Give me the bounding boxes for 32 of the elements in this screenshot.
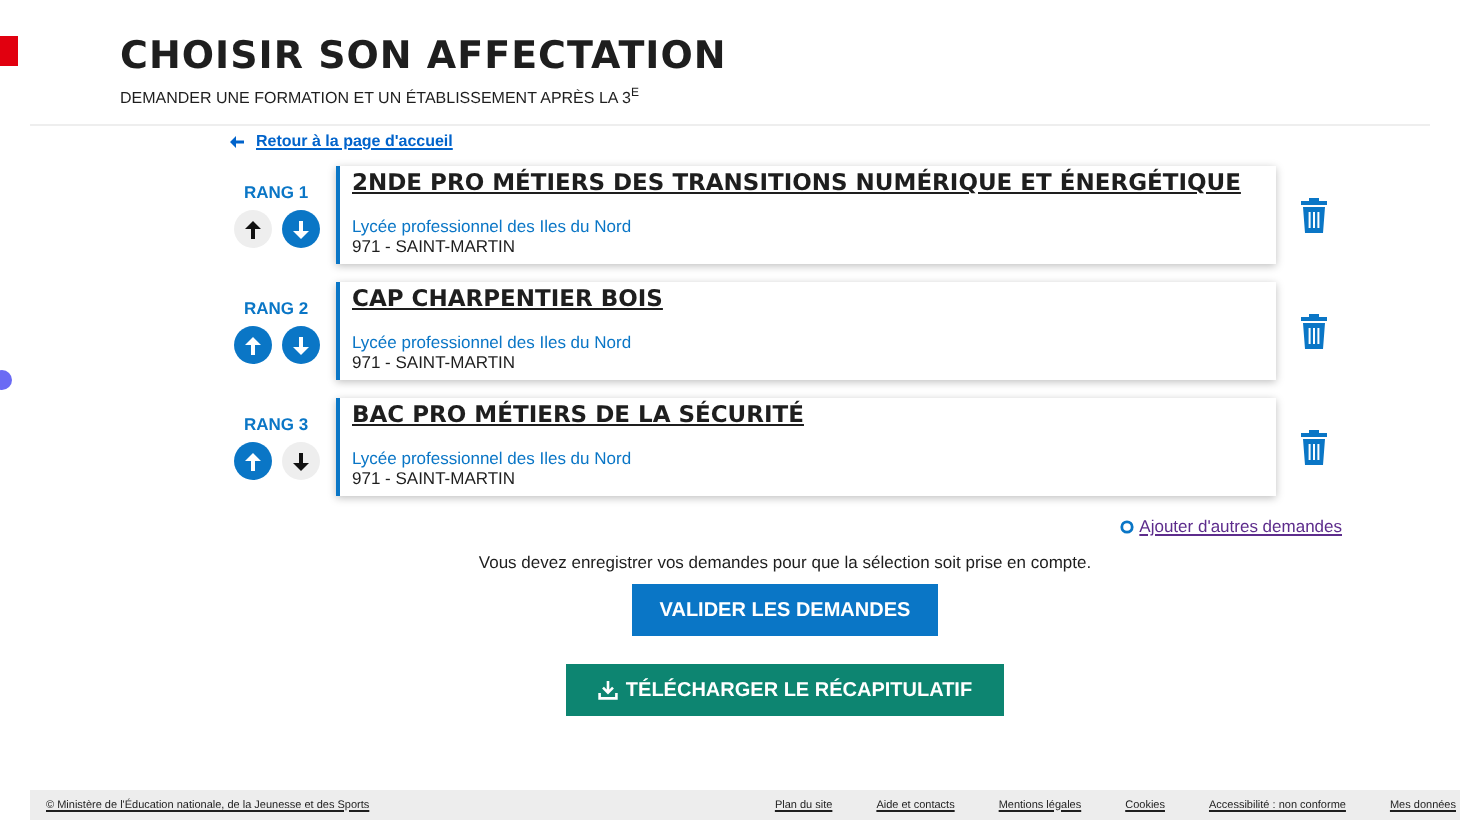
rank-label: RANG 1 (243, 182, 309, 202)
arrow-left-icon (230, 135, 244, 147)
logo-mark (0, 36, 18, 66)
arrow-up-icon (243, 451, 261, 471)
trash-icon[interactable] (1300, 196, 1328, 234)
arrow-down-icon (291, 335, 309, 355)
school-name: Lycée professionnel des Iles du Nord (352, 448, 634, 468)
choice-title: CAP CHARPENTIER BOIS (352, 284, 665, 314)
rank-label: RANG 3 (243, 414, 309, 434)
back-link[interactable]: Retour à la page d'accueil (256, 132, 453, 150)
download-icon (597, 680, 618, 700)
choice-title: 2NDE PRO MÉTIERS DES TRANSITIONS NUMÉRIQUE ET ÉNERGÉTIQUE (352, 168, 1243, 198)
download-button[interactable]: TÉLÉCHARGER LE RÉCAPITULATIF (565, 664, 1005, 716)
trash-icon[interactable] (1300, 428, 1328, 466)
trash-icon[interactable] (1300, 312, 1328, 350)
page-title: CHOISIR SON AFFECTATION (120, 32, 729, 80)
choice-title: BAC PRO MÉTIERS DE LA SÉCURITÉ (352, 400, 806, 430)
arrow-down-icon (291, 451, 309, 471)
arrow-down-icon (291, 219, 309, 239)
school-location: 971 - SAINT-MARTIN (352, 352, 518, 372)
school-location: 971 - SAINT-MARTIN (352, 236, 518, 256)
school-name: Lycée professionnel des Iles du Nord (352, 332, 634, 352)
rank-label: RANG 2 (243, 298, 309, 318)
validate-button[interactable]: VALIDER LES DEMANDES (631, 584, 939, 636)
page-subtitle: DEMANDER UNE FORMATION ET UN ÉTABLISSEMENT APRÈS LA 3$^{E}$ (120, 88, 641, 108)
arrow-up-icon (243, 335, 261, 355)
school-location: 971 - SAINT-MARTIN (352, 468, 518, 488)
arrow-up-icon (243, 219, 261, 239)
notice-text: Vous devez enregistrer vos demandes pour que la sélection soit prise en compte. (476, 552, 1094, 572)
add-circle-icon (1119, 519, 1134, 533)
add-requests-link[interactable]: Ajouter d'autres demandes (1139, 516, 1342, 536)
school-name: Lycée professionnel des Iles du Nord (352, 216, 634, 236)
